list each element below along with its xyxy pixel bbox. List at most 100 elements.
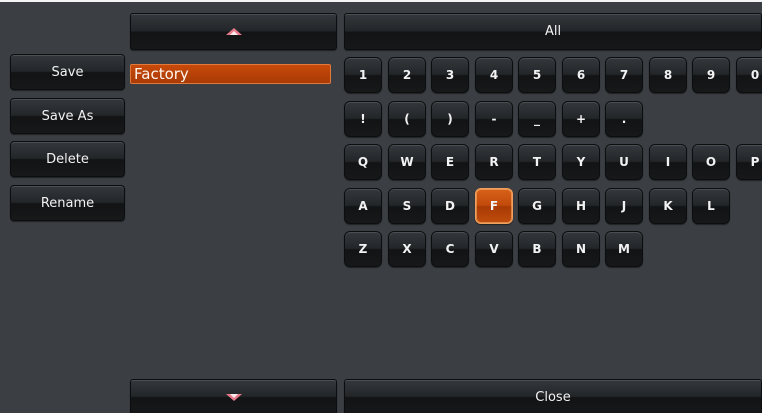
chevron-down-icon xyxy=(225,394,242,401)
key-label: ) xyxy=(447,112,453,126)
key-label: I xyxy=(665,155,671,169)
key-N[interactable]: N xyxy=(562,231,600,267)
key-label: 3 xyxy=(445,68,455,82)
key-label: 1 xyxy=(358,68,368,82)
key-label: E xyxy=(445,155,455,169)
key-label: + xyxy=(575,112,587,126)
filter-all-label: All xyxy=(544,24,562,39)
key-label: O xyxy=(705,155,717,169)
key-B[interactable]: B xyxy=(518,231,556,267)
key-label: Y xyxy=(576,155,586,169)
key-label: F xyxy=(489,199,499,213)
key-A[interactable]: A xyxy=(344,188,382,224)
key-P[interactable]: P xyxy=(736,144,762,180)
key-label: T xyxy=(532,155,542,169)
key-W[interactable]: W xyxy=(388,144,426,180)
key-K[interactable]: K xyxy=(649,188,687,224)
key-([interactable]: ( xyxy=(388,101,426,137)
key-label: - xyxy=(491,112,497,126)
key-9[interactable]: 9 xyxy=(692,57,730,93)
key-label: ! xyxy=(360,112,366,126)
scroll-up-button[interactable] xyxy=(130,13,337,50)
key-8[interactable]: 8 xyxy=(649,57,687,93)
filter-all-button[interactable]: All xyxy=(344,13,762,50)
key-X[interactable]: X xyxy=(388,231,426,267)
key-L[interactable]: L xyxy=(692,188,730,224)
key-6[interactable]: 6 xyxy=(562,57,600,93)
key-4[interactable]: 4 xyxy=(475,57,513,93)
key-G[interactable]: G xyxy=(518,188,556,224)
key-1[interactable]: 1 xyxy=(344,57,382,93)
key-label: 9 xyxy=(706,68,716,82)
key-label: ( xyxy=(404,112,410,126)
chevron-up-icon xyxy=(225,27,242,35)
close-label: Close xyxy=(535,389,571,405)
key-label: H xyxy=(575,199,587,213)
delete-button[interactable]: Delete xyxy=(10,141,125,177)
key-5[interactable]: 5 xyxy=(518,57,556,93)
key-label: K xyxy=(663,199,673,213)
key-label: R xyxy=(489,155,499,169)
key-Q[interactable]: Q xyxy=(344,144,382,180)
key-D[interactable]: D xyxy=(431,188,469,224)
key-label: J xyxy=(621,199,627,213)
scroll-down-button[interactable] xyxy=(130,379,337,413)
key-label: 6 xyxy=(576,68,586,82)
key-label: W xyxy=(400,155,414,169)
close-button[interactable]: Close xyxy=(344,379,762,413)
key-label: X xyxy=(402,242,412,256)
key-E[interactable]: E xyxy=(431,144,469,180)
key-J[interactable]: J xyxy=(605,188,643,224)
key-O[interactable]: O xyxy=(692,144,730,180)
key-label: _ xyxy=(534,112,540,126)
rename-button[interactable]: Rename xyxy=(10,185,125,221)
key-V[interactable]: V xyxy=(475,231,513,267)
key-C[interactable]: C xyxy=(431,231,469,267)
save-button[interactable]: Save xyxy=(10,54,125,90)
key-Z[interactable]: Z xyxy=(344,231,382,267)
key-label: 0 xyxy=(750,68,760,82)
key-R[interactable]: R xyxy=(475,144,513,180)
key-label: 8 xyxy=(663,68,673,82)
key-label: B xyxy=(532,242,542,256)
key-)[interactable]: ) xyxy=(431,101,469,137)
key-label: 4 xyxy=(489,68,499,82)
key-F[interactable]: F xyxy=(475,188,513,224)
key-T[interactable]: T xyxy=(518,144,556,180)
rename-label: Rename xyxy=(40,195,95,211)
key-2[interactable]: 2 xyxy=(388,57,426,93)
key-I[interactable]: I xyxy=(649,144,687,180)
save-label: Save xyxy=(51,64,84,80)
key-label: C xyxy=(445,242,455,256)
delete-label: Delete xyxy=(46,151,89,167)
key-label: Q xyxy=(357,155,369,169)
key-label: P xyxy=(750,155,760,169)
key-0[interactable]: 0 xyxy=(736,57,762,93)
key-label: L xyxy=(707,199,715,213)
key-label: S xyxy=(402,199,412,213)
key-label: 5 xyxy=(532,68,542,82)
key-.[interactable]: . xyxy=(605,101,643,137)
key-Y[interactable]: Y xyxy=(562,144,600,180)
key-label: 7 xyxy=(619,68,629,82)
key-label: V xyxy=(489,242,499,256)
key-U[interactable]: U xyxy=(605,144,643,180)
key-7[interactable]: 7 xyxy=(605,57,643,93)
key-label: M xyxy=(618,242,630,256)
key-H[interactable]: H xyxy=(562,188,600,224)
save-as-button[interactable]: Save As xyxy=(10,98,125,134)
key-label: A xyxy=(358,199,368,213)
key-label: . xyxy=(621,112,627,126)
preset-list-item[interactable]: Factory xyxy=(130,64,331,84)
save-as-label: Save As xyxy=(41,108,94,124)
key-![interactable]: ! xyxy=(344,101,382,137)
key-S[interactable]: S xyxy=(388,188,426,224)
key-+[interactable]: + xyxy=(562,101,600,137)
key--[interactable]: - xyxy=(475,101,513,137)
key-_[interactable]: _ xyxy=(518,101,556,137)
key-label: Z xyxy=(358,242,368,256)
key-M[interactable]: M xyxy=(605,231,643,267)
preset-dialog: All Save Save As Delete Rename Factory 1… xyxy=(0,0,762,413)
key-label: D xyxy=(445,199,455,213)
key-3[interactable]: 3 xyxy=(431,57,469,93)
